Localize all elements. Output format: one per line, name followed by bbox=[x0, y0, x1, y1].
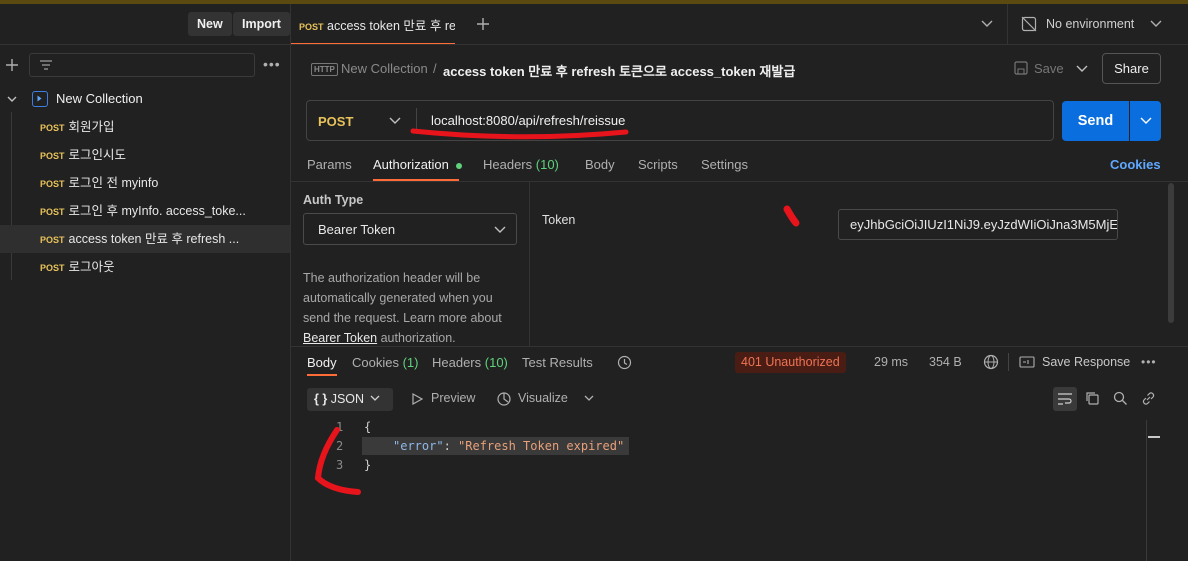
red-annotation-overlay bbox=[314, 128, 800, 495]
token-mark-annotation bbox=[783, 205, 800, 227]
code-bracket-annotation bbox=[314, 427, 361, 495]
url-underline-annotation bbox=[410, 128, 629, 140]
